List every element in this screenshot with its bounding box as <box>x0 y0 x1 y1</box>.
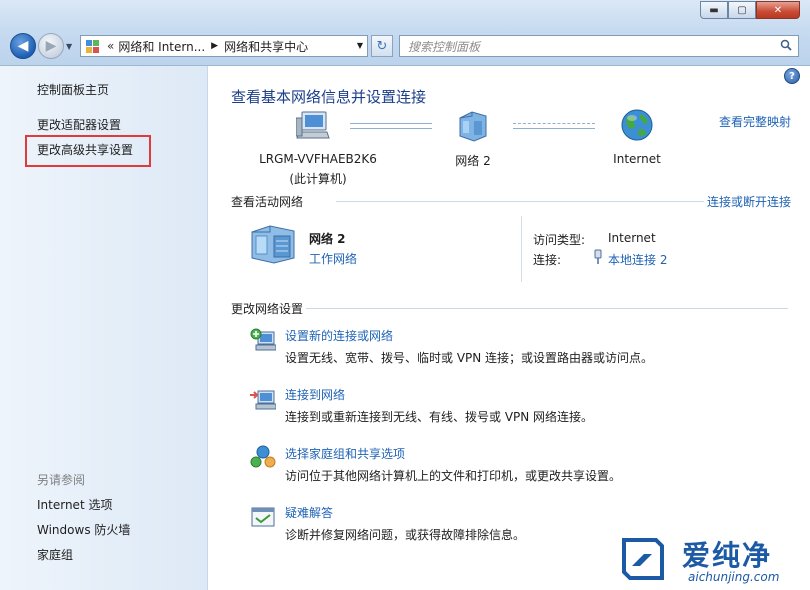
connection-line <box>513 123 595 129</box>
globe-icon[interactable] <box>620 108 654 142</box>
task-description: 连接到或重新连接到无线、有线、拨号或 VPN 网络连接。 <box>285 410 594 424</box>
watermark-logo <box>622 538 664 580</box>
help-button[interactable]: ? <box>784 68 800 84</box>
network-icon[interactable] <box>456 110 490 142</box>
main-content: ? 查看基本网络信息并设置连接 查看完整映射 LRGM-VVFHAEB2K6 (… <box>208 66 810 590</box>
sidebar-item-internet-options[interactable]: Internet 选项 <box>37 496 112 513</box>
address-dropdown-icon[interactable]: ▼ <box>357 41 363 50</box>
divider <box>306 308 788 309</box>
back-arrow-icon: ◀ <box>17 38 29 54</box>
sidebar-item-control-panel-home[interactable]: 控制面板主页 <box>37 81 109 98</box>
access-type-label: 访问类型: <box>533 233 586 247</box>
computer-name: LRGM-VVFHAEB2K6 <box>259 152 377 166</box>
sidebar: 控制面板主页 更改适配器设置 更改高级共享设置 另请参阅 Internet 选项… <box>0 66 208 590</box>
network-name: 网络 2 <box>455 154 491 168</box>
search-placeholder: 搜索控制面板 <box>408 39 481 54</box>
watermark: 爱纯净 aichunjing.com <box>608 528 810 590</box>
window-controls: ▬ ▢ ✕ <box>700 1 800 19</box>
change-settings-heading: 更改网络设置 <box>231 302 304 316</box>
local-connection-link[interactable]: 本地连接 2 <box>608 251 667 268</box>
access-type-value: Internet <box>608 231 656 245</box>
task-troubleshoot[interactable]: 疑难解答 <box>285 504 333 521</box>
internet-label: Internet <box>613 152 661 166</box>
chevron-down-icon: ▼ <box>66 42 73 51</box>
task-choose-homegroup[interactable]: 选择家庭组和共享选项 <box>285 445 405 462</box>
highlight-box <box>25 135 151 167</box>
task-description: 诊断并修复网络问题，或获得故障排除信息。 <box>285 528 526 542</box>
address-overflow-icon[interactable]: « <box>107 39 114 53</box>
troubleshoot-icon[interactable] <box>250 506 276 530</box>
page-title: 查看基本网络信息并设置连接 <box>231 88 427 106</box>
sidebar-item-homegroup[interactable]: 家庭组 <box>37 546 73 563</box>
work-network-icon[interactable] <box>248 224 298 264</box>
minimize-button[interactable]: ▬ <box>700 1 728 19</box>
help-icon: ? <box>789 70 795 82</box>
watermark-url: aichunjing.com <box>688 570 780 584</box>
divider <box>521 216 522 282</box>
search-input[interactable]: 搜索控制面板 <box>399 35 799 57</box>
watermark-brand: 爱纯净 <box>682 539 773 572</box>
network-type-link[interactable]: 工作网络 <box>309 250 357 267</box>
computer-icon[interactable] <box>296 110 330 142</box>
view-full-map-link[interactable]: 查看完整映射 <box>719 113 791 130</box>
task-connect-to-network[interactable]: 连接到网络 <box>285 386 345 403</box>
close-icon: ✕ <box>773 4 783 16</box>
breadcrumb-sharing-center[interactable]: 网络和共享中心 <box>224 38 308 55</box>
forward-button[interactable]: ▶ <box>38 33 64 59</box>
task-description: 设置无线、宽带、拨号、临时或 VPN 连接；或设置路由器或访问点。 <box>285 351 654 365</box>
computer-note: (此计算机) <box>289 172 347 186</box>
maximize-button[interactable]: ▢ <box>728 1 756 19</box>
breadcrumb-separator-icon[interactable]: ▶ <box>211 41 218 51</box>
divider <box>336 201 704 202</box>
task-description: 访问位于其他网络计算机上的文件和打印机，或更改共享设置。 <box>285 469 622 483</box>
see-also-heading: 另请参阅 <box>37 473 86 487</box>
connection-line <box>350 123 432 129</box>
connect-network-icon[interactable] <box>250 387 276 411</box>
address-bar[interactable]: « 网络和 Intern... ▶ 网络和共享中心 ▼ <box>80 35 368 57</box>
task-setup-new-connection[interactable]: 设置新的连接或网络 <box>285 327 393 344</box>
recent-pages-dropdown[interactable]: ▼ <box>66 42 72 51</box>
connect-disconnect-link[interactable]: 连接或断开连接 <box>707 193 791 210</box>
title-bar: ▬ ▢ ✕ ◀ ▶ ▼ « 网络和 Intern... ▶ 网络和共享中心 ▼ … <box>0 0 810 66</box>
refresh-button[interactable]: ↻ <box>371 35 393 57</box>
forward-arrow-icon: ▶ <box>45 38 57 54</box>
refresh-icon: ↻ <box>376 38 388 54</box>
homegroup-icon[interactable] <box>250 445 276 469</box>
breadcrumb-network-internet[interactable]: 网络和 Intern... <box>118 38 205 55</box>
new-connection-icon[interactable] <box>250 328 276 352</box>
back-button[interactable]: ◀ <box>10 33 36 59</box>
sidebar-item-windows-firewall[interactable]: Windows 防火墙 <box>37 521 130 538</box>
maximize-icon: ▢ <box>737 4 747 16</box>
ethernet-icon <box>594 249 602 264</box>
active-networks-heading: 查看活动网络 <box>231 195 304 209</box>
sidebar-item-change-adapter-settings[interactable]: 更改适配器设置 <box>37 116 121 133</box>
search-icon[interactable] <box>780 39 792 51</box>
close-button[interactable]: ✕ <box>756 1 800 19</box>
active-network-name: 网络 2 <box>309 232 346 246</box>
control-panel-icon <box>85 39 99 53</box>
connections-label: 连接: <box>533 253 562 267</box>
minimize-icon: ▬ <box>709 4 719 16</box>
